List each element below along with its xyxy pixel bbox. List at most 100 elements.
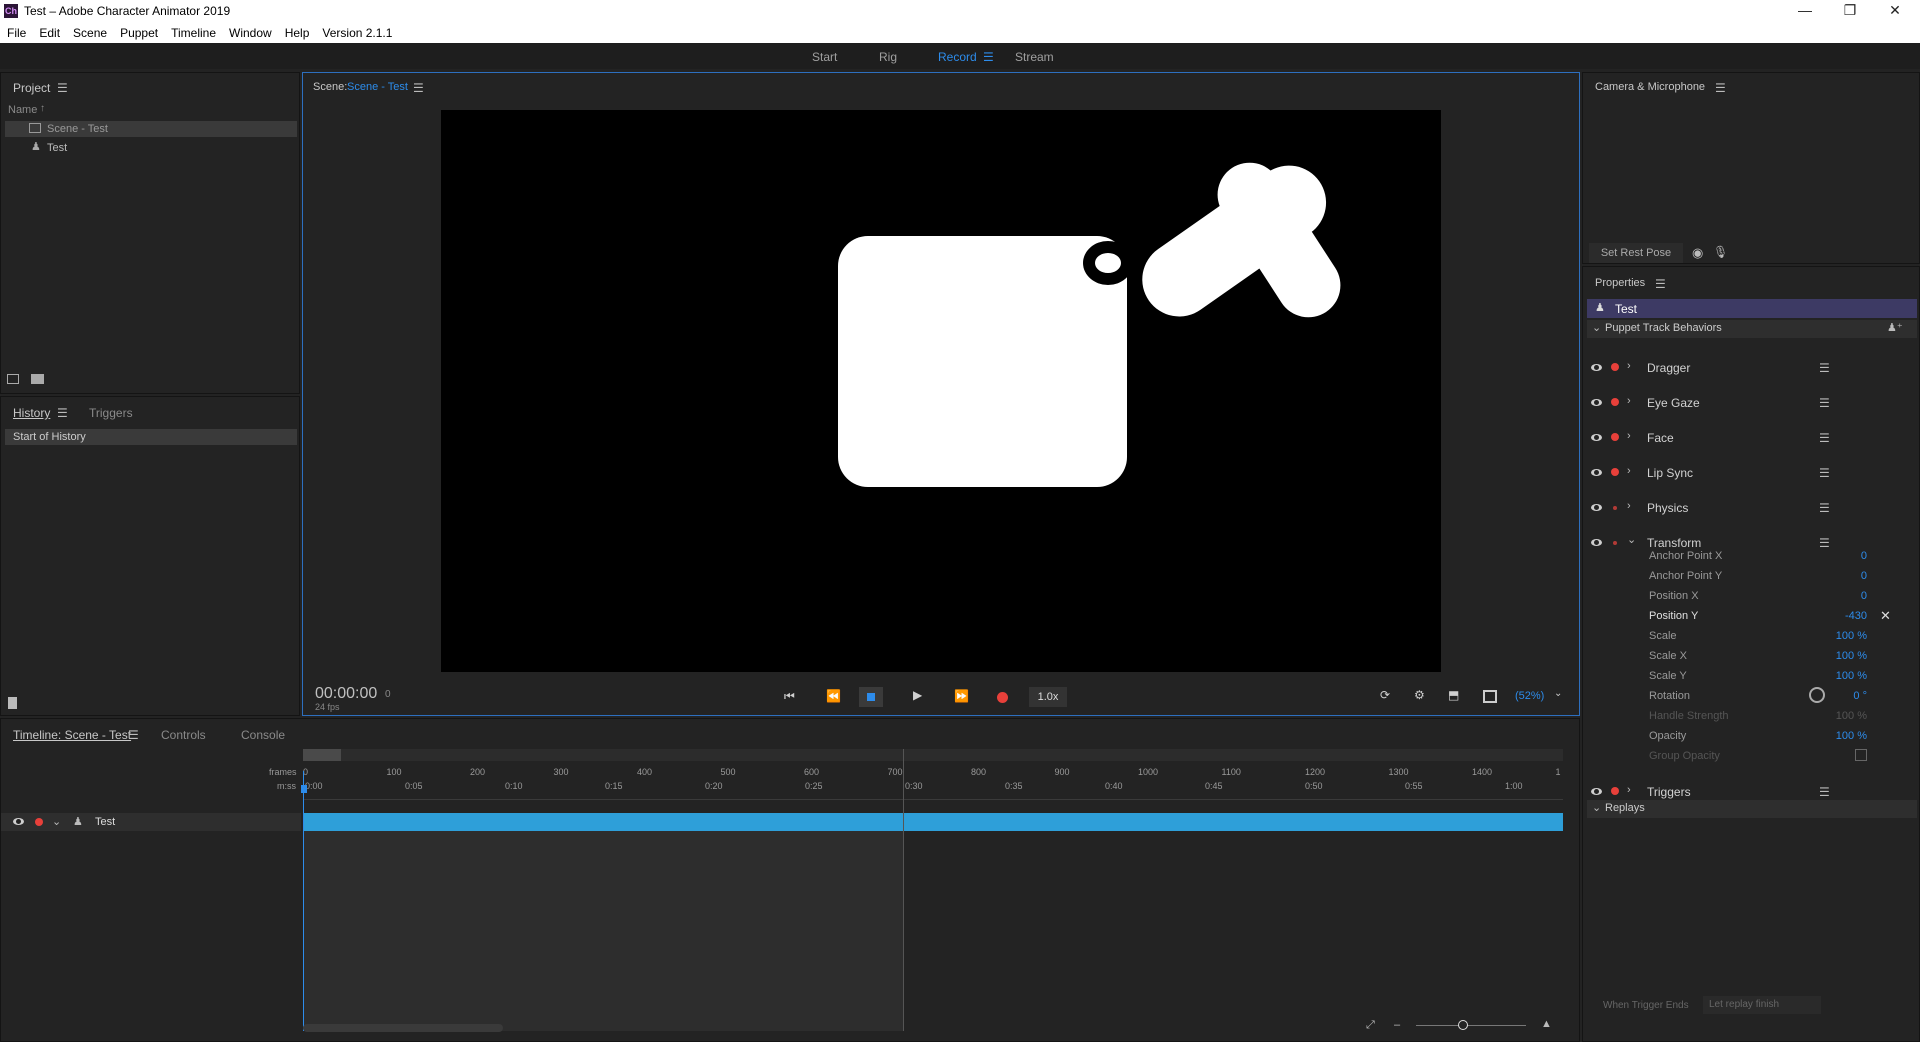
behavior-record-icon[interactable]	[1611, 468, 1619, 476]
puppet-track-behaviors-header[interactable]: ⌄ Puppet Track Behaviors ♟⁺	[1587, 320, 1917, 338]
scene-menu-icon[interactable]: ☰	[413, 81, 424, 95]
zoom-chevron-down-icon[interactable]: ⌄	[1554, 688, 1562, 699]
behavior-menu-icon[interactable]: ☰	[1819, 501, 1830, 515]
work-area-bar[interactable]	[303, 749, 1563, 761]
restore-button[interactable]: ❐	[1835, 2, 1865, 19]
step-forward-button[interactable]: ⏩	[954, 689, 969, 703]
behavior-face[interactable]: › Face ☰	[1583, 425, 1917, 451]
add-behavior-icon[interactable]: ♟⁺	[1887, 321, 1903, 334]
workspace-tab-start[interactable]: Start	[812, 50, 837, 64]
behavior-menu-icon[interactable]: ☰	[1819, 361, 1830, 375]
timeline-zoom-slider[interactable]	[1416, 1025, 1526, 1026]
triggers-chevron-right-icon[interactable]: ›	[1627, 784, 1631, 796]
scene-canvas[interactable]	[441, 110, 1441, 672]
behavior-lip-sync[interactable]: › Lip Sync ☰	[1583, 460, 1917, 486]
work-area-end-line[interactable]	[903, 749, 904, 1031]
tab-controls[interactable]: Controls	[161, 728, 206, 742]
behavior-dragger[interactable]: › Dragger ☰	[1583, 355, 1917, 381]
behavior-record-icon[interactable]	[1611, 363, 1619, 371]
behavior-record-icon[interactable]	[1613, 506, 1617, 510]
stop-button[interactable]	[859, 687, 883, 707]
behavior-menu-icon[interactable]: ☰	[1819, 431, 1830, 445]
param-value[interactable]: 0	[1763, 550, 1867, 562]
new-scene-icon[interactable]	[7, 374, 19, 384]
behavior-record-icon[interactable]	[1611, 398, 1619, 406]
triggers-record-icon[interactable]	[1611, 787, 1619, 795]
param-value[interactable]: 100 %	[1763, 650, 1867, 662]
behavior-chevron-icon[interactable]: ›	[1627, 465, 1631, 477]
tab-console[interactable]: Console	[241, 728, 285, 742]
behavior-eye-icon[interactable]	[1591, 504, 1602, 511]
stream-icon[interactable]: ⬒	[1448, 688, 1459, 702]
param-value[interactable]: 100 %	[1763, 670, 1867, 682]
record-button[interactable]	[997, 692, 1008, 703]
param-value[interactable]: 0	[1763, 590, 1867, 602]
play-button[interactable]: ▶	[913, 688, 922, 702]
track-eye-icon[interactable]	[13, 818, 24, 825]
behavior-chevron-icon[interactable]: ›	[1627, 500, 1631, 512]
track-chevron-down-icon[interactable]: ⌄	[52, 815, 61, 828]
behavior-chevron-icon[interactable]: ›	[1627, 430, 1631, 442]
behavior-menu-icon[interactable]: ☰	[1819, 396, 1830, 410]
playhead-handle[interactable]	[301, 785, 307, 793]
menu-puppet[interactable]: Puppet	[120, 26, 158, 40]
playback-speed[interactable]: 1.0x	[1029, 687, 1067, 707]
expand-icon[interactable]: ⤢	[1366, 1019, 1375, 1032]
menu-scene[interactable]: Scene	[73, 26, 107, 40]
sort-arrow-icon[interactable]: ↑	[40, 103, 45, 114]
behavior-eye-icon[interactable]	[1591, 364, 1602, 371]
tab-triggers[interactable]: Triggers	[89, 406, 133, 420]
project-menu-icon[interactable]: ☰	[57, 81, 68, 95]
group-opacity-checkbox[interactable]	[1855, 749, 1867, 761]
param-value[interactable]: 100 %	[1763, 730, 1867, 742]
behavior-eye-icon[interactable]	[1591, 399, 1602, 406]
triggers-eye-icon[interactable]	[1591, 788, 1602, 795]
loop-icon[interactable]: ⟳	[1380, 688, 1390, 702]
fit-view-icon[interactable]	[1483, 690, 1497, 703]
workspace-tab-record[interactable]: Record	[938, 50, 977, 64]
behavior-menu-icon[interactable]: ☰	[1819, 536, 1830, 550]
time-ruler[interactable]: 0 100 200 300 400 500 600 700 800 900 1000 1100 1200…	[303, 763, 1563, 799]
timeline-scrollbar[interactable]	[303, 1024, 503, 1032]
tab-history[interactable]: History	[13, 406, 50, 420]
history-menu-icon[interactable]: ☰	[57, 406, 68, 420]
replays-header[interactable]: ⌄ Replays	[1587, 800, 1917, 818]
rotation-dial-icon[interactable]	[1809, 687, 1825, 703]
menu-timeline[interactable]: Timeline	[171, 26, 216, 40]
timeline-menu-icon[interactable]: ☰	[128, 728, 139, 742]
behavior-menu-icon[interactable]: ☰	[1819, 466, 1830, 480]
param-value[interactable]: 0	[1763, 570, 1867, 582]
puppet-selected[interactable]: ♟ Test	[1587, 299, 1917, 318]
track-record-icon[interactable]	[35, 818, 43, 826]
track-header[interactable]: ⌄ ♟ Test	[1, 813, 301, 831]
menu-help[interactable]: Help	[285, 26, 310, 40]
behavior-physics[interactable]: › Physics ☰	[1583, 495, 1917, 521]
set-rest-pose-button[interactable]: Set Rest Pose	[1589, 243, 1683, 263]
menu-file[interactable]: File	[7, 26, 26, 40]
behavior-eye-icon[interactable]	[1591, 539, 1602, 546]
triggers-menu-icon[interactable]: ☰	[1819, 785, 1830, 799]
workspace-tab-stream[interactable]: Stream	[1015, 50, 1054, 64]
timeline-zoom-thumb[interactable]	[1458, 1020, 1468, 1030]
tab-timeline[interactable]: Timeline: Scene - Test	[13, 728, 131, 742]
zoom-level[interactable]: (52%)	[1515, 690, 1544, 702]
menu-window[interactable]: Window	[229, 26, 272, 40]
playhead[interactable]	[303, 771, 304, 1031]
param-value[interactable]: 100 %	[1763, 630, 1867, 642]
microphone-icon[interactable]: 🎙	[1713, 245, 1728, 259]
name-column-header[interactable]: Name	[8, 104, 37, 116]
zoom-in-icon[interactable]: ▲	[1541, 1018, 1552, 1030]
puppet-artwork[interactable]	[441, 110, 1441, 672]
workspace-tab-rig[interactable]: Rig	[879, 50, 897, 64]
track-bar[interactable]	[303, 813, 1563, 831]
behavior-chevron-icon[interactable]: ⌄	[1627, 533, 1636, 546]
param-value[interactable]: -430	[1763, 610, 1867, 622]
menu-edit[interactable]: Edit	[39, 26, 60, 40]
clear-value-icon[interactable]: ✕	[1880, 608, 1891, 624]
behavior-eye-gaze[interactable]: › Eye Gaze ☰	[1583, 390, 1917, 416]
behavior-eye-icon[interactable]	[1591, 469, 1602, 476]
workspace-menu-icon[interactable]: ☰	[983, 50, 994, 64]
go-to-start-button[interactable]: ⏮	[784, 689, 795, 704]
properties-menu-icon[interactable]: ☰	[1655, 277, 1666, 291]
minimize-button[interactable]: —	[1790, 2, 1820, 18]
